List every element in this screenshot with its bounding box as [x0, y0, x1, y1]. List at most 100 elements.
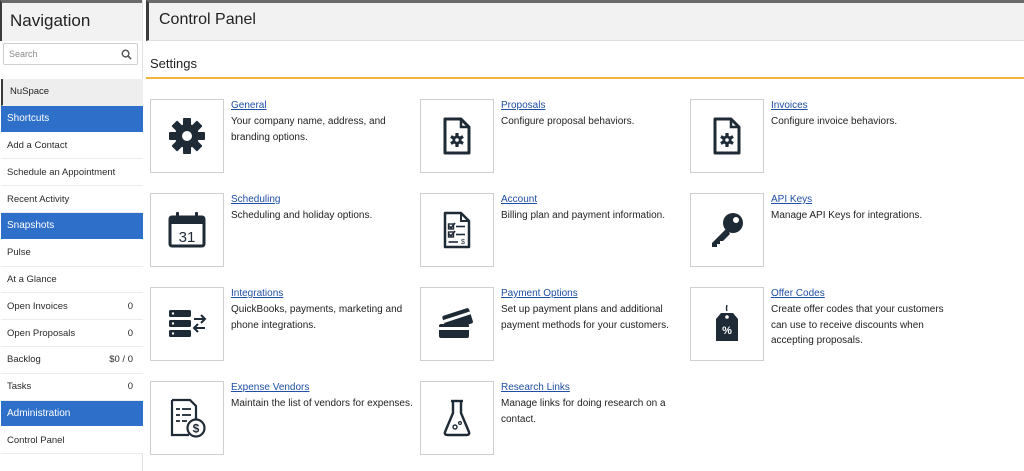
tile-text: General Your company name, address, and …	[231, 99, 416, 145]
tile-link-payment-options[interactable]: Payment Options	[501, 287, 686, 300]
tile-icon-button[interactable]: 31	[150, 193, 224, 267]
invoice-dollar-icon: $	[170, 398, 206, 438]
tile-link-research-links[interactable]: Research Links	[501, 381, 686, 394]
tile-text: Invoices Configure invoice behaviors.	[771, 99, 956, 130]
tile-icon-button[interactable]	[420, 287, 494, 361]
sidebar-item-count: 0	[127, 381, 133, 393]
page-title: Control Panel	[146, 0, 1024, 41]
tile-icon-button[interactable]	[690, 99, 764, 173]
tile-description: Manage API Keys for integrations.	[771, 210, 923, 221]
tile-link-account[interactable]: Account	[501, 193, 686, 206]
sidebar-item-open-invoices[interactable]: Open Invoices 0	[1, 293, 143, 321]
tile-text: API Keys Manage API Keys for integration…	[771, 193, 956, 224]
sidebar-item-add-contact[interactable]: Add a Contact	[1, 132, 143, 160]
flask-icon	[443, 399, 471, 437]
credit-cards-icon	[439, 308, 473, 338]
tile-account: $ Account Billing plan and payment infor…	[420, 193, 690, 273]
sidebar-item-label: Recent Activity	[7, 193, 70, 205]
svg-text:$: $	[461, 239, 465, 246]
tile-icon-button[interactable]: $	[420, 193, 494, 267]
search-box	[3, 43, 138, 65]
settings-divider	[146, 77, 1024, 79]
tile-link-offer-codes[interactable]: Offer Codes	[771, 287, 956, 300]
tile-link-scheduling[interactable]: Scheduling	[231, 193, 416, 206]
sidebar-section-snapshots[interactable]: Snapshots	[1, 212, 143, 240]
tile-description: Your company name, address, and branding…	[231, 116, 386, 143]
sidebar-item-label: Backlog	[7, 354, 41, 366]
sidebar-section-label: Shortcuts	[7, 113, 50, 125]
sidebar: Navigation NuSpace Shortcuts Add a Conta…	[0, 0, 143, 471]
sidebar-item-count: 0	[127, 327, 133, 339]
svg-text:$: $	[193, 422, 200, 436]
sidebar-item-open-proposals[interactable]: Open Proposals 0	[1, 320, 143, 347]
tile-expense-vendors: $ Expense Vendors Maintain the list of v…	[150, 381, 420, 461]
tile-payment-options: Payment Options Set up payment plans and…	[420, 287, 690, 367]
tile-text: Proposals Configure proposal behaviors.	[501, 99, 686, 130]
sidebar-item-label: Open Proposals	[7, 327, 76, 339]
tile-description: Maintain the list of vendors for expense…	[231, 398, 413, 409]
tile-description: QuickBooks, payments, marketing and phon…	[231, 304, 403, 331]
tile-research-links: Research Links Manage links for doing re…	[420, 381, 690, 461]
sidebar-item-label: Add a Contact	[7, 139, 68, 151]
tile-scheduling: 31 Scheduling Scheduling and holiday opt…	[150, 193, 420, 273]
tile-general: General Your company name, address, and …	[150, 99, 420, 179]
sidebar-title: Navigation	[0, 0, 142, 41]
tile-link-integrations[interactable]: Integrations	[231, 287, 416, 300]
tile-icon-button[interactable]	[150, 287, 224, 361]
svg-text:%: %	[722, 325, 732, 337]
tile-icon-button[interactable]	[420, 381, 494, 455]
tile-description: Create offer codes that your customers c…	[771, 304, 944, 346]
sidebar-section-administration[interactable]: Administration	[1, 400, 143, 428]
tile-icon-button[interactable]	[150, 99, 224, 173]
sidebar-item-backlog[interactable]: Backlog $0 / 0	[1, 346, 143, 374]
tile-text: Expense Vendors Maintain the list of ven…	[231, 381, 416, 412]
tile-link-api-keys[interactable]: API Keys	[771, 193, 956, 206]
tile-link-invoices[interactable]: Invoices	[771, 99, 956, 112]
sidebar-item-label: At a Glance	[7, 273, 57, 285]
tile-icon-button[interactable]: %	[690, 287, 764, 361]
sidebar-item-label: Schedule an Appointment	[7, 166, 116, 178]
sidebar-item-count: 0	[127, 300, 133, 312]
tile-text: Offer Codes Create offer codes that your…	[771, 287, 956, 349]
price-tag-icon: %	[716, 304, 738, 341]
tile-text: Payment Options Set up payment plans and…	[501, 287, 686, 333]
tile-text: Account Billing plan and payment informa…	[501, 193, 686, 224]
sidebar-item-label: NuSpace	[10, 86, 50, 98]
sidebar-item-count: $0 / 0	[109, 354, 133, 366]
key-icon	[712, 213, 743, 247]
sidebar-item-schedule-appointment[interactable]: Schedule an Appointment	[1, 159, 143, 187]
tile-text: Research Links Manage links for doing re…	[501, 381, 686, 427]
tile-proposals: Proposals Configure proposal behaviors.	[420, 99, 690, 179]
tile-text: Integrations QuickBooks, payments, marke…	[231, 287, 416, 333]
sidebar-item-nuspace[interactable]: NuSpace	[1, 79, 143, 106]
tile-link-expense-vendors[interactable]: Expense Vendors	[231, 381, 416, 394]
search-icon[interactable]	[121, 49, 132, 60]
document-gear-icon	[443, 117, 471, 155]
tile-description: Billing plan and payment information.	[501, 210, 665, 221]
tile-description: Scheduling and holiday options.	[231, 210, 373, 221]
sidebar-item-pulse[interactable]: Pulse	[1, 239, 143, 267]
sidebar-item-control-panel[interactable]: Control Panel	[1, 427, 143, 455]
tile-icon-button[interactable]	[420, 99, 494, 173]
tile-description: Manage links for doing research on a con…	[501, 398, 666, 425]
tile-text: Scheduling Scheduling and holiday option…	[231, 193, 416, 224]
tile-offer-codes: % Offer Codes Create offer codes that yo…	[690, 287, 960, 367]
sidebar-item-at-a-glance[interactable]: At a Glance	[1, 266, 143, 294]
sidebar-item-label: Pulse	[7, 247, 31, 259]
calendar-day-text: 31	[179, 229, 196, 246]
tile-api-keys: API Keys Manage API Keys for integration…	[690, 193, 960, 273]
tile-link-general[interactable]: General	[231, 99, 416, 112]
sidebar-section-label: Administration	[7, 407, 71, 419]
tile-icon-button[interactable]: $	[150, 381, 224, 455]
gear-icon	[169, 118, 205, 154]
server-sync-icon	[169, 310, 207, 337]
tile-integrations: Integrations QuickBooks, payments, marke…	[150, 287, 420, 367]
tile-description: Set up payment plans and additional paym…	[501, 304, 669, 331]
sidebar-item-tasks[interactable]: Tasks 0	[1, 373, 143, 401]
sidebar-item-recent-activity[interactable]: Recent Activity	[1, 186, 143, 213]
tile-icon-button[interactable]	[690, 193, 764, 267]
tile-link-proposals[interactable]: Proposals	[501, 99, 686, 112]
sidebar-section-shortcuts[interactable]: Shortcuts	[1, 105, 143, 133]
search-input[interactable]	[4, 44, 137, 64]
settings-heading: Settings	[150, 56, 197, 71]
